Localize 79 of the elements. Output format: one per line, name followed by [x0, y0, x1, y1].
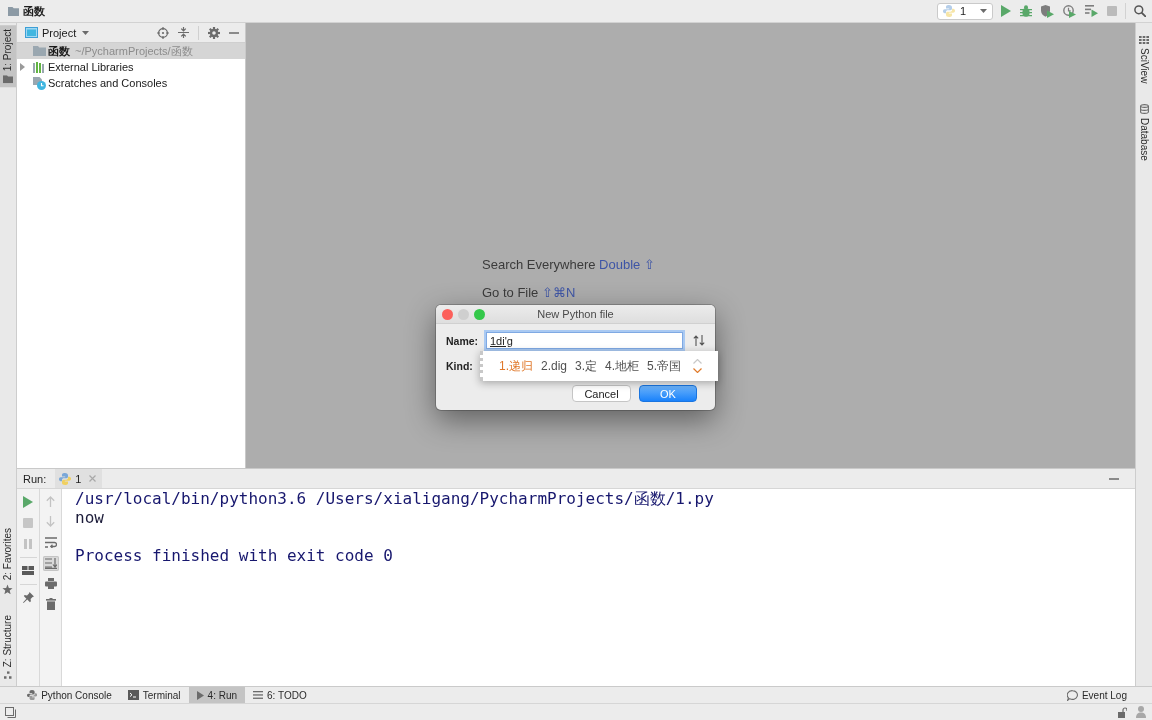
dialog-button[interactable]: Cancel [572, 385, 631, 402]
project-icon [25, 27, 38, 38]
play-icon[interactable] [23, 495, 33, 508]
tree-item[interactable]: External Libraries [17, 59, 245, 75]
tool-window-tab[interactable]: 2: Favorites [0, 523, 16, 598]
dialog-title: New Python file [537, 308, 614, 320]
console-line: now [75, 508, 104, 527]
play-icon[interactable] [1001, 5, 1011, 17]
console-line: Process finished with exit code 0 [75, 546, 393, 565]
candidate-item[interactable]: 3.定 [575, 357, 598, 375]
tool-window-tab[interactable]: Python Console [19, 687, 120, 703]
minimize-icon[interactable] [1109, 477, 1119, 480]
square-icon[interactable] [5, 706, 16, 718]
tool-window-tab[interactable]: Terminal [119, 687, 189, 703]
sort-icon[interactable] [693, 335, 705, 346]
minimize-icon[interactable] [229, 31, 239, 34]
caret-right-icon[interactable] [20, 63, 25, 71]
run-tab[interactable]: 1 [55, 469, 103, 488]
shortcut-hint: Go to File ⇧⌘N [482, 285, 576, 301]
shortcut-hint: Search Everywhere Double ⇧ [482, 257, 655, 273]
printer-icon[interactable] [44, 578, 57, 590]
close-icon[interactable] [89, 475, 97, 482]
chevron-up-icon[interactable] [693, 359, 703, 364]
scratch-file-icon [33, 76, 46, 90]
panel-title: Run: [23, 472, 47, 485]
console-line: /usr/local/bin/python3.6 /Users/xialigang/PycharmProjects/函数/1.py [75, 489, 714, 508]
star-icon [2, 583, 14, 594]
wrap-icon[interactable] [42, 535, 59, 550]
field-label: Kind: [446, 359, 474, 372]
lock-icon[interactable] [1118, 706, 1127, 718]
window-title: 函数 [23, 3, 45, 19]
candidate-item[interactable]: 5.帝国 [647, 357, 682, 375]
search-icon[interactable] [1134, 5, 1146, 17]
tool-window-tab[interactable]: 1: Project [0, 25, 16, 88]
candidate-item[interactable]: 2.dig [541, 359, 568, 373]
person-icon[interactable] [1136, 706, 1146, 718]
library-icon [33, 61, 44, 73]
folder-icon [33, 46, 46, 56]
structure-icon [4, 671, 12, 679]
tree-item[interactable]: Scratches and Consoles [17, 75, 245, 91]
chevron-down-icon[interactable] [693, 368, 703, 373]
grid-icon [1139, 36, 1149, 44]
play-icon [196, 690, 204, 700]
folder-icon [8, 6, 19, 16]
trash-icon[interactable] [45, 598, 56, 611]
tool-window-tab[interactable]: Z: Structure [0, 610, 16, 683]
clock-play-icon[interactable] [1063, 4, 1076, 18]
python-icon [943, 5, 955, 17]
name-field[interactable]: 1di'g [486, 332, 683, 349]
pin-icon[interactable] [22, 592, 34, 603]
python-icon [27, 689, 38, 701]
zoom-icon[interactable] [474, 308, 485, 320]
close-icon[interactable] [442, 308, 453, 320]
terminal-icon [127, 690, 139, 700]
collapse-all-icon[interactable] [178, 27, 189, 38]
bug-icon[interactable] [1020, 5, 1032, 17]
layout-icon[interactable] [22, 566, 34, 575]
tool-window-tab[interactable]: 6: TODO [245, 687, 315, 703]
database-icon [1139, 104, 1149, 115]
run-config-dropdown[interactable]: 1 [937, 2, 993, 20]
field-label: Name: [446, 334, 480, 347]
tool-window-tab[interactable]: SciView [1136, 32, 1152, 88]
speech-balloon-icon [1066, 689, 1078, 701]
scroll-to-end-icon[interactable] [42, 555, 59, 571]
tool-window-tab[interactable]: Database [1136, 100, 1152, 166]
candidate-item[interactable]: 4.地柜 [605, 357, 640, 375]
list-play-icon[interactable] [1085, 5, 1098, 17]
tool-window-tab[interactable]: 4: Run [188, 687, 246, 703]
gear-icon[interactable] [208, 26, 220, 39]
python-icon [59, 472, 72, 485]
list-icon [253, 691, 264, 699]
view-selector[interactable]: Project [25, 26, 90, 39]
event-log-button[interactable]: Event Log [1066, 687, 1127, 703]
shield-play-icon[interactable] [1041, 4, 1054, 18]
folder-icon [3, 75, 13, 84]
caret-icon [980, 9, 987, 13]
caret-icon [82, 30, 90, 35]
tree-item[interactable]: 函数 ~/PycharmProjects/函数 [17, 43, 245, 59]
crosshair-icon[interactable] [157, 26, 169, 39]
